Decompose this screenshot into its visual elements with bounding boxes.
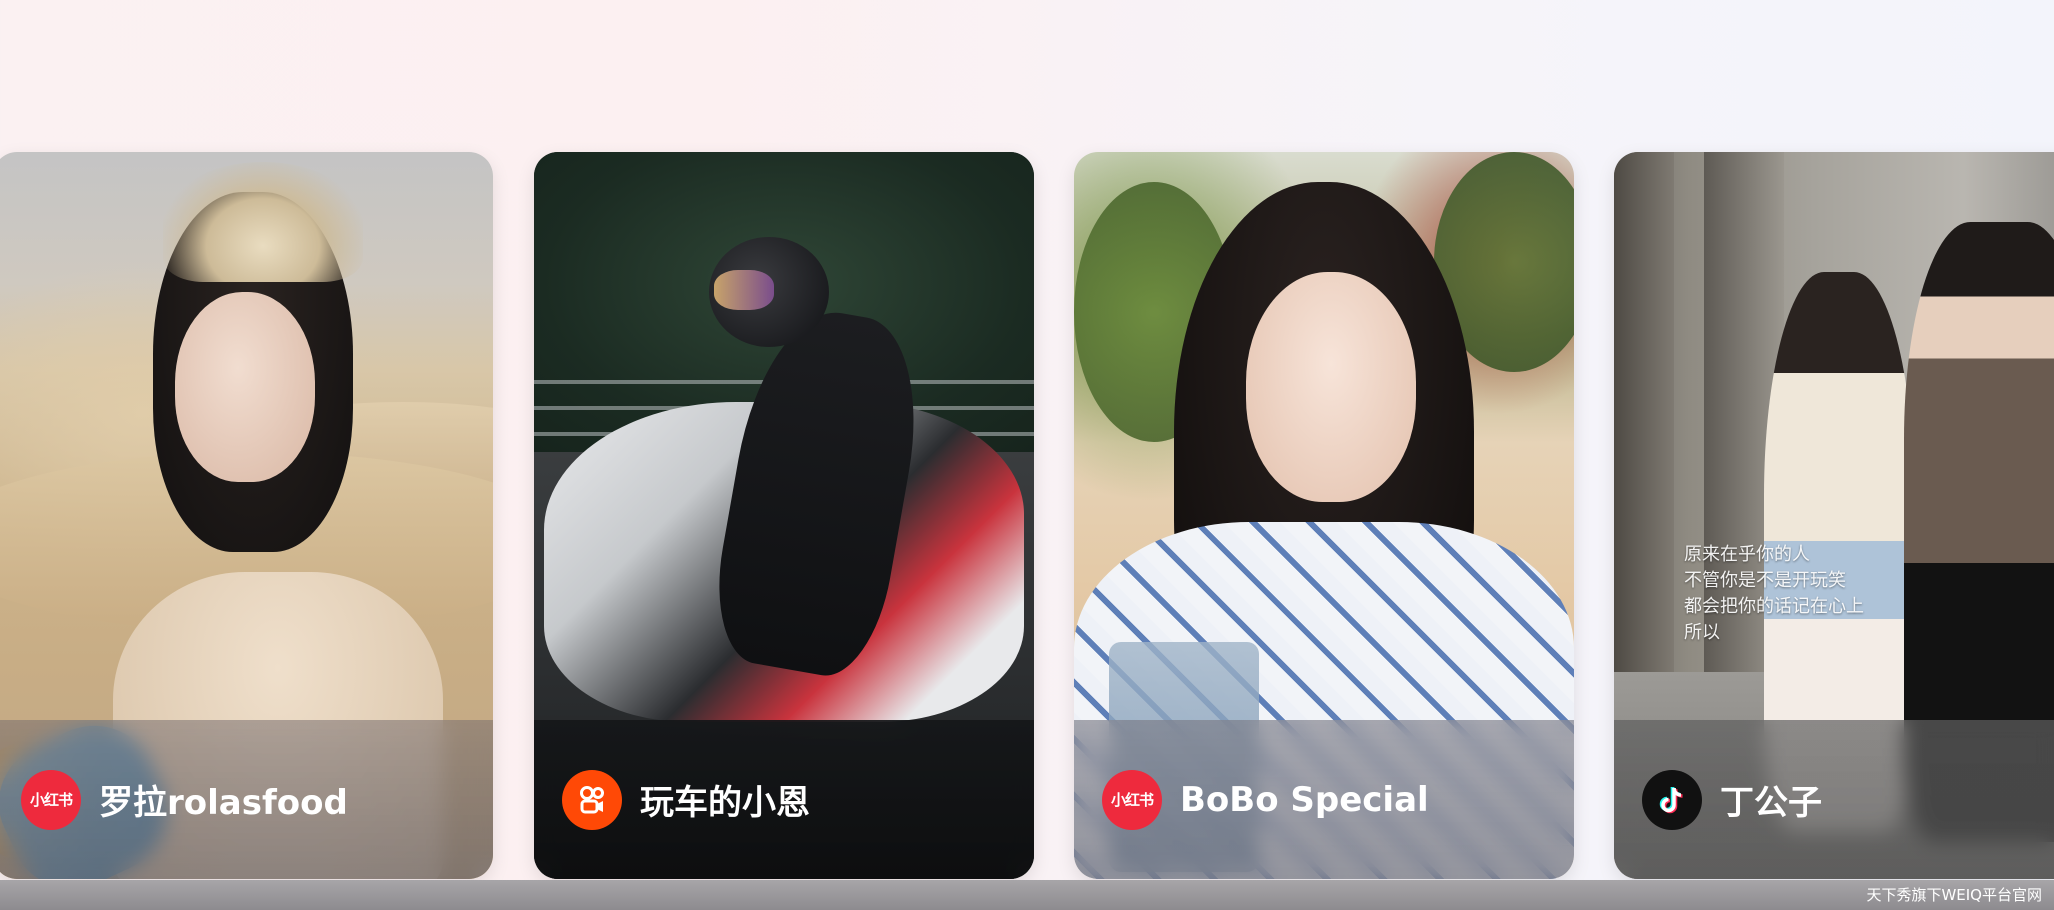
creator-footer: 小红书 罗拉rolasfood bbox=[0, 720, 493, 879]
platform-label: 小红书 bbox=[29, 791, 73, 809]
creator-name: 丁公子 bbox=[1720, 783, 1822, 823]
creator-card-3[interactable]: 小红书 BoBo Special bbox=[1074, 152, 1574, 879]
creator-footer: 小红书 BoBo Special bbox=[1074, 720, 1574, 879]
douyin-icon bbox=[1642, 769, 1702, 830]
video-caption: 原来在乎你的人 不管你是不是开玩笑 都会把你的话记在心上 所以 bbox=[1684, 542, 1944, 646]
kuaishou-icon bbox=[562, 769, 622, 830]
creator-name: BoBo Special bbox=[1180, 779, 1429, 820]
caption-line: 原来在乎你的人 bbox=[1684, 544, 1810, 565]
xiaohongshu-icon: 小红书 bbox=[1102, 769, 1162, 830]
creator-footer: 丁公子 bbox=[1614, 720, 2054, 879]
creator-card-2[interactable]: 玩车的小恩 bbox=[534, 152, 1034, 879]
xiaohongshu-icon: 小红书 bbox=[21, 769, 81, 830]
creator-name: 罗拉rolasfood bbox=[99, 783, 348, 823]
caption-line: 都会把你的话记在心上 bbox=[1684, 596, 1864, 617]
caption-line: 所以 bbox=[1684, 622, 1720, 643]
site-watermark: 天下秀旗下WEIQ平台官网 bbox=[1866, 886, 2042, 904]
creator-name: 玩车的小恩 bbox=[640, 783, 810, 823]
creator-carousel: 小红书 罗拉rolasfood 玩车的小恩 小红书 BoBo Special 原… bbox=[0, 0, 2054, 880]
caption-line: 不管你是不是开玩笑 bbox=[1684, 570, 1846, 591]
creator-card-1[interactable]: 小红书 罗拉rolasfood bbox=[0, 152, 493, 879]
creator-footer: 玩车的小恩 bbox=[534, 720, 1034, 879]
creator-card-4[interactable]: 原来在乎你的人 不管你是不是开玩笑 都会把你的话记在心上 所以 丁公子 bbox=[1614, 152, 2054, 879]
bottom-strip bbox=[0, 880, 2054, 910]
platform-label: 小红书 bbox=[1110, 791, 1154, 809]
